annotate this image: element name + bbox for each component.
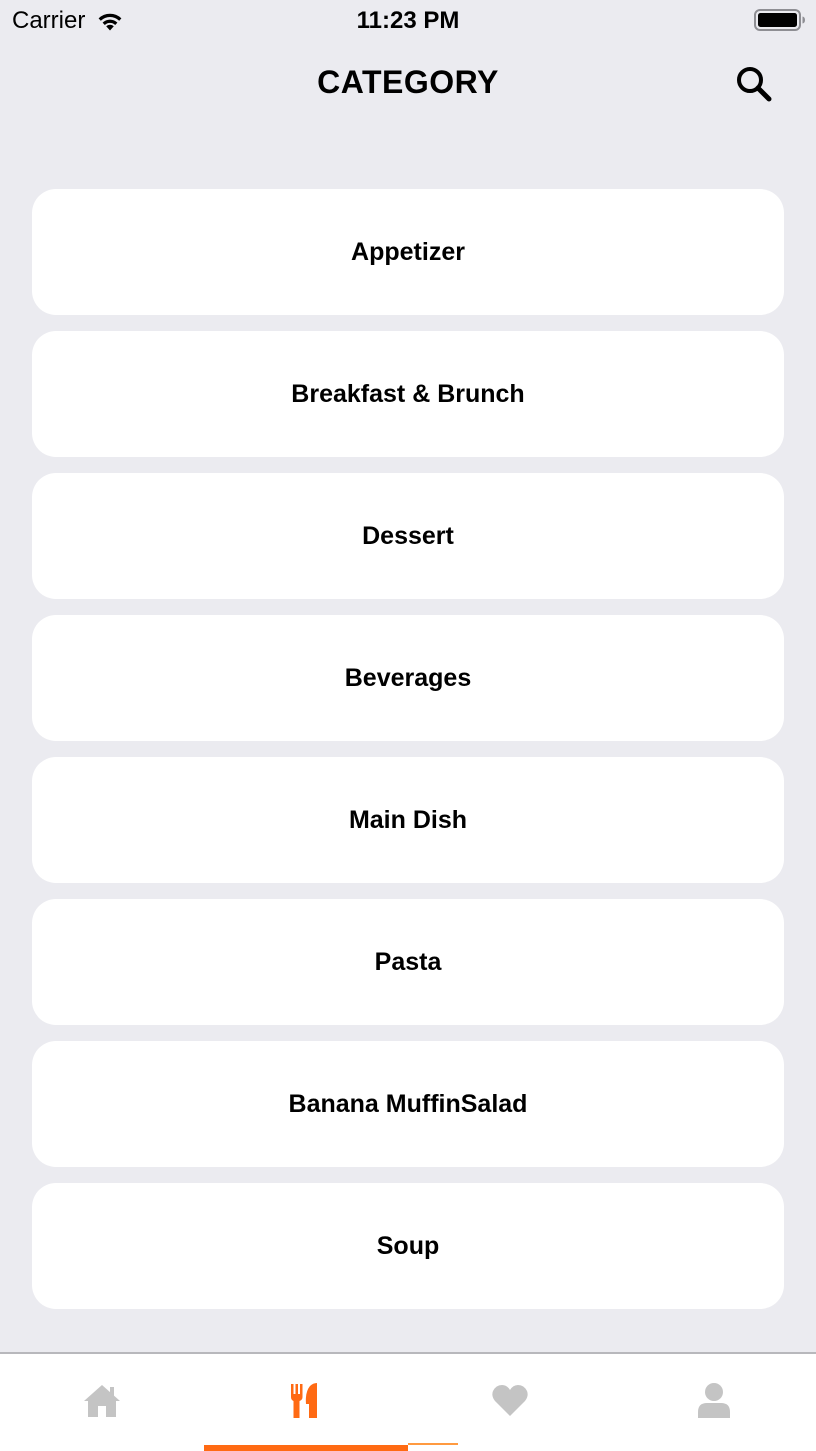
app-header: CATEGORY xyxy=(0,48,816,118)
tab-home[interactable] xyxy=(0,1354,204,1451)
page-title: CATEGORY xyxy=(317,64,499,100)
category-label: Banana MuffinSalad xyxy=(288,1090,528,1118)
category-label: Appetizer xyxy=(351,238,465,266)
status-bar: Carrier 11:23 PM xyxy=(0,0,816,40)
battery-icon xyxy=(754,9,805,31)
category-label: Breakfast & Brunch xyxy=(291,380,525,408)
tab-category[interactable] xyxy=(204,1354,408,1451)
home-icon xyxy=(84,1384,120,1417)
category-list: Appetizer Breakfast & Brunch Dessert Bev… xyxy=(32,189,784,1309)
tab-profile[interactable] xyxy=(612,1354,816,1451)
category-card-banana-muffin-salad[interactable]: Banana MuffinSalad xyxy=(32,1041,784,1167)
search-icon xyxy=(737,67,772,102)
category-card-soup[interactable]: Soup xyxy=(32,1183,784,1309)
category-card-main-dish[interactable]: Main Dish xyxy=(32,757,784,883)
user-icon xyxy=(698,1382,730,1418)
search-button[interactable] xyxy=(732,62,776,106)
category-label: Dessert xyxy=(362,522,454,550)
tab-favorites[interactable] xyxy=(408,1354,612,1451)
status-time: 11:23 PM xyxy=(356,7,460,34)
tab-indicator-accent xyxy=(408,1443,458,1445)
category-screen: Carrier 11:23 PM CATEGORY Appetizer Brea… xyxy=(0,0,816,1451)
category-card-beverages[interactable]: Beverages xyxy=(32,615,784,741)
category-label: Soup xyxy=(376,1232,440,1260)
category-card-appetizer[interactable]: Appetizer xyxy=(32,189,784,315)
category-card-breakfast-brunch[interactable]: Breakfast & Brunch xyxy=(32,331,784,457)
category-label: Beverages xyxy=(344,664,472,692)
utensils-icon xyxy=(291,1382,317,1418)
category-label: Main Dish xyxy=(348,806,468,834)
bottom-tab-bar xyxy=(0,1352,816,1451)
category-card-dessert[interactable]: Dessert xyxy=(32,473,784,599)
heart-icon xyxy=(492,1384,528,1416)
category-label: Pasta xyxy=(374,948,442,976)
category-card-pasta[interactable]: Pasta xyxy=(32,899,784,1025)
active-tab-indicator xyxy=(204,1445,408,1451)
